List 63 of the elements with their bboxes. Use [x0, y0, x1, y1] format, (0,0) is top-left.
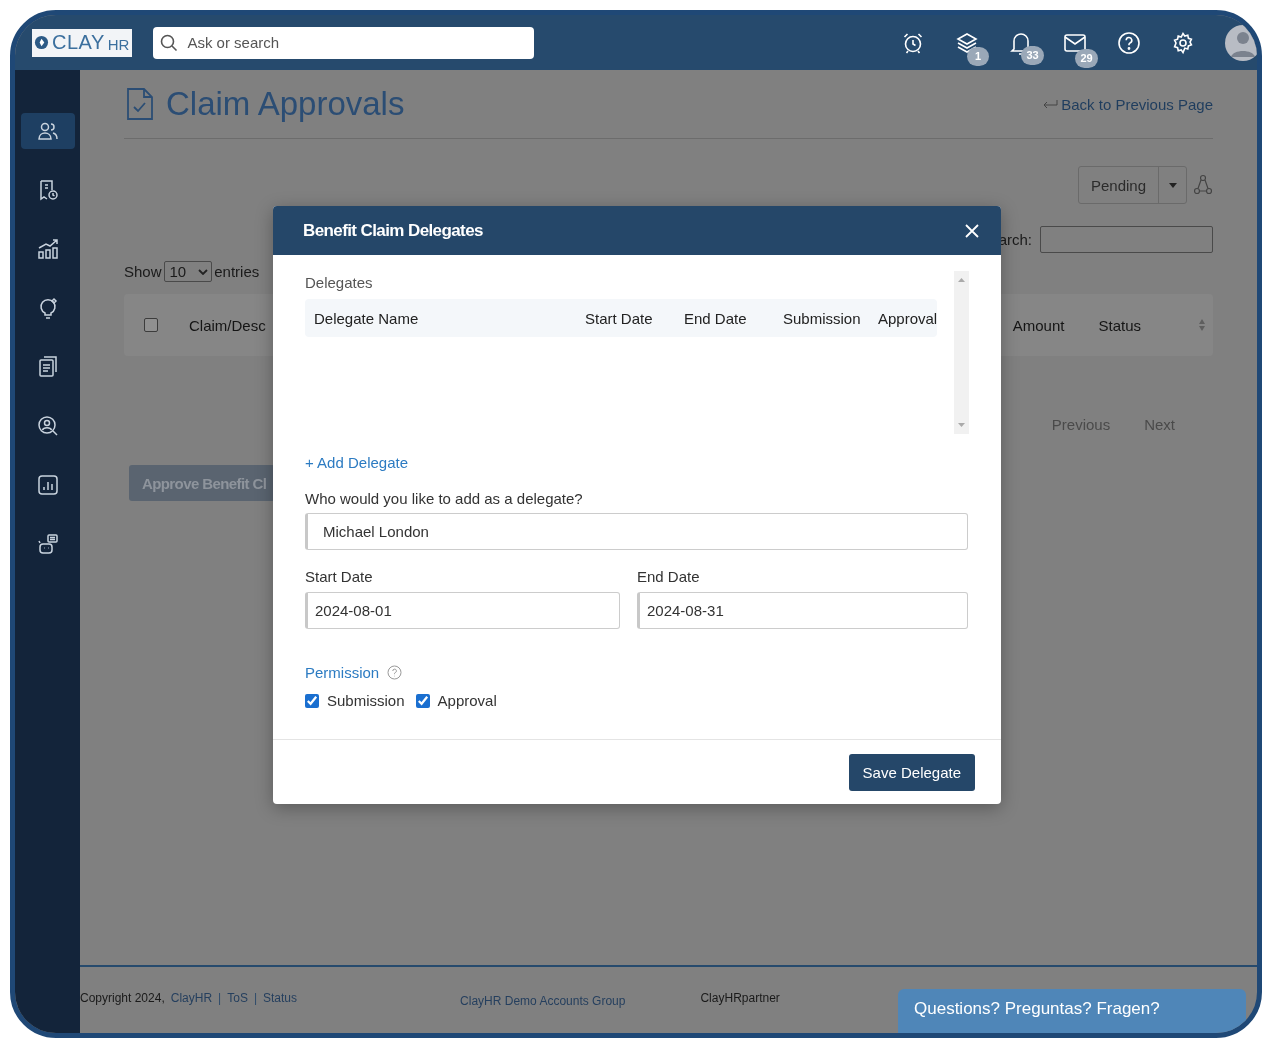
- permission-label: Permission: [305, 664, 380, 681]
- mail-icon[interactable]: [1063, 32, 1087, 53]
- column-header[interactable]: Amount: [1012, 316, 1065, 334]
- report-icon: [35, 473, 60, 497]
- section-label: Delegates: [305, 274, 374, 291]
- caret-icon: [1168, 182, 1177, 188]
- return-arrow-icon: [1042, 99, 1059, 109]
- add-delegate-link[interactable]: + Add Delegate: [305, 454, 969, 471]
- column-header[interactable]: Claim/Desc: [189, 316, 266, 334]
- partner-text: ClayHRpartner: [700, 991, 780, 1005]
- permission-checkbox[interactable]: [415, 693, 430, 708]
- entries-label: entries: [214, 263, 260, 280]
- footer-link[interactable]: ClayHR: [170, 991, 213, 1005]
- separator: |: [253, 991, 257, 1005]
- footer-link[interactable]: ClayHR Demo Accounts Group: [460, 994, 626, 1008]
- count-badge: 33: [1021, 45, 1044, 65]
- document-check-icon: [126, 87, 154, 121]
- permission-checkbox[interactable]: [305, 693, 319, 708]
- avatar[interactable]: [1225, 24, 1257, 61]
- growth-icon: [35, 237, 60, 261]
- chevron-icon: [198, 268, 209, 275]
- page-title: Claim Approvals: [166, 85, 405, 123]
- checkbox-label: Submission: [327, 692, 405, 709]
- table-search-field[interactable]: [1040, 226, 1213, 253]
- hierarchy-icon[interactable]: [1193, 174, 1213, 196]
- count-badge: 1: [967, 46, 989, 66]
- show-label: Show: [124, 263, 162, 280]
- bot-icon: [35, 532, 60, 556]
- logo-icon: [34, 35, 49, 50]
- field-label: Who would you like to add as a delegate?: [305, 490, 584, 507]
- delegate-field[interactable]: Michael London: [305, 513, 968, 550]
- back-link[interactable]: Back to Previous Page: [1042, 95, 1213, 113]
- field-label: End Date: [637, 568, 701, 585]
- copyright-text: Copyright 2024,: [80, 991, 165, 1005]
- select-all-checkbox[interactable]: [144, 318, 158, 332]
- column-header: Start Date: [585, 309, 654, 327]
- count-badge: 29: [1075, 48, 1098, 68]
- column-header: Approval: [878, 309, 938, 327]
- footer-link[interactable]: Status: [263, 991, 298, 1005]
- field-label: Start Date: [305, 568, 374, 585]
- chat-button[interactable]: Questions? Preguntas? Fragen?: [898, 989, 1246, 1033]
- column-header: End Date: [684, 309, 748, 327]
- close-icon[interactable]: [965, 223, 979, 238]
- logo-suffix: HR: [107, 36, 130, 53]
- entries-dropdown[interactable]: 10: [163, 261, 213, 282]
- person-search-icon: [35, 414, 60, 438]
- search-field[interactable]: Ask or search: [153, 26, 535, 59]
- sidebar-item[interactable]: [20, 113, 75, 149]
- end-date-field[interactable]: 2024-08-31: [637, 592, 968, 629]
- search-icon: [160, 33, 179, 52]
- column-header: Submission: [783, 309, 862, 327]
- checkbox-label: Approval: [437, 692, 497, 709]
- logo-text: CLAY: [52, 31, 105, 54]
- footer-link[interactable]: ToS: [227, 991, 248, 1005]
- modal-title: Benefit Claim Delegates: [303, 220, 483, 241]
- settings-icon[interactable]: [1171, 30, 1195, 55]
- save-delegate-button[interactable]: Save Delegate: [848, 754, 975, 791]
- column-header: Delegate Name: [314, 309, 420, 327]
- column-header[interactable]: Status: [1098, 316, 1141, 334]
- start-date-field[interactable]: 2024-08-01: [305, 592, 620, 629]
- status-dropdown[interactable]: Pending: [1077, 166, 1187, 204]
- logo[interactable]: CLAY HR: [32, 28, 133, 57]
- separator: |: [218, 991, 222, 1005]
